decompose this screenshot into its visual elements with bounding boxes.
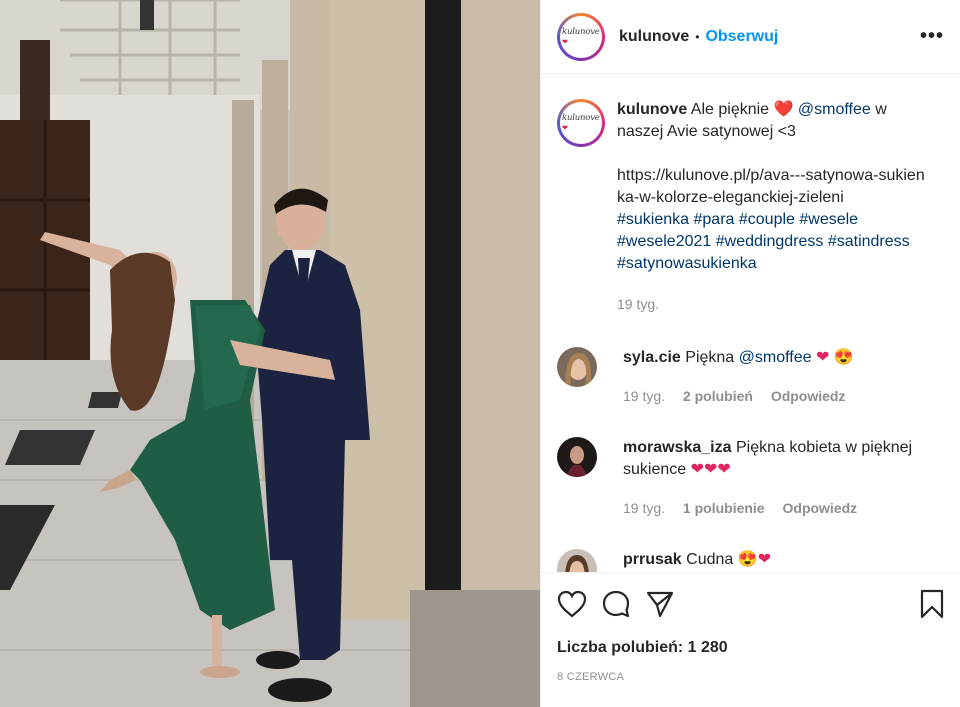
like-heart-icon[interactable] <box>557 590 587 618</box>
comment-username[interactable]: prrusak <box>623 551 682 568</box>
commenter-avatar[interactable] <box>557 437 597 477</box>
comment-time: 19 tyg. <box>623 388 666 404</box>
post-header: kulunove❤ kulunove • Obserwuj ••• <box>541 0 960 74</box>
comment-emoji: ❤❤❤ <box>690 461 731 478</box>
caption-text: Ale pięknie <box>690 101 770 118</box>
bookmark-icon[interactable] <box>919 589 945 619</box>
caption-mention[interactable]: @smoffee <box>798 101 871 118</box>
hashtag[interactable]: #wesele <box>799 211 858 228</box>
hashtag[interactable]: #weddingdress <box>716 233 824 250</box>
comment-emoji: 😍❤ <box>737 551 772 568</box>
comment-emoji: ❤ 😍 <box>815 349 854 366</box>
more-options-icon[interactable]: ••• <box>920 25 944 48</box>
post-date[interactable]: 8 CZERWCA <box>557 671 945 683</box>
comment-item: morawska_iza Piękna kobieta w pięknej su… <box>557 437 945 519</box>
hashtag[interactable]: #para <box>694 211 735 228</box>
hashtag[interactable]: #couple <box>739 211 795 228</box>
red-heart-emoji: ❤️ <box>773 101 794 118</box>
likes-count[interactable]: Liczba polubień: 1 280 <box>557 639 945 657</box>
hashtag[interactable]: #wesele2021 <box>617 233 711 250</box>
comment-time: 19 tyg. <box>623 500 666 516</box>
hashtag[interactable]: #sukienka <box>617 211 689 228</box>
post-side-panel: kulunove❤ kulunove • Obserwuj ••• kuluno… <box>540 0 960 707</box>
reply-button[interactable]: Odpowiedz <box>771 388 846 404</box>
caption-avatar[interactable]: kulunove❤ <box>557 99 605 147</box>
heart-icon: ❤ <box>562 37 568 46</box>
caption: kulunove❤ kulunove Ale pięknie ❤️ @smoff… <box>557 99 945 315</box>
comment-likes[interactable]: 2 polubień <box>683 388 753 404</box>
photo-illustration <box>0 0 540 707</box>
comments-section[interactable]: kulunove❤ kulunove Ale pięknie ❤️ @smoff… <box>541 75 960 572</box>
comment-username[interactable]: morawska_iza <box>623 439 732 456</box>
comment-username[interactable]: syla.cie <box>623 349 681 366</box>
comment-text: Piękna <box>685 349 735 366</box>
comment-text: Cudna <box>686 551 734 568</box>
brand-logo: kulunove❤ <box>562 113 600 132</box>
caption-username[interactable]: kulunove <box>617 101 687 118</box>
comment-likes[interactable]: 1 polubienie <box>683 500 765 516</box>
comment-meta: 19 tyg. 1 polubienie Odpowiedz <box>623 497 943 519</box>
caption-hashtags: #sukienka #para #couple #wesele #wesele2… <box>617 209 927 275</box>
author-avatar[interactable]: kulunove❤ <box>557 12 605 61</box>
action-icons <box>557 573 945 635</box>
brand-logo: kulunove❤ <box>562 26 600 46</box>
post-photo[interactable] <box>0 0 540 707</box>
commenter-avatar[interactable] <box>557 549 597 572</box>
caption-url: https://kulunove.pl/p/ava---satynowa-suk… <box>617 167 925 206</box>
follow-button[interactable]: Obserwuj <box>705 28 778 46</box>
reply-button[interactable]: Odpowiedz <box>783 500 858 516</box>
comment-icon[interactable] <box>601 589 631 619</box>
hashtag[interactable]: #satindress <box>828 233 910 250</box>
heart-icon: ❤ <box>562 124 568 132</box>
separator-dot: • <box>695 29 700 44</box>
comment-item: syla.cie Piękna @smoffee ❤ 😍 19 tyg. 2 p… <box>557 347 945 407</box>
author-username[interactable]: kulunove <box>619 28 689 46</box>
post-actions: Liczba polubień: 1 280 8 CZERWCA <box>541 572 960 707</box>
comment-mention[interactable]: @smoffee <box>739 349 812 366</box>
caption-time: 19 tyg. <box>617 296 660 312</box>
hashtag[interactable]: #satynowasukienka <box>617 255 757 272</box>
comment-item: prrusak Cudna 😍❤ <box>557 549 945 572</box>
comment-meta: 19 tyg. 2 polubień Odpowiedz <box>623 385 943 407</box>
commenter-avatar[interactable] <box>557 347 597 387</box>
share-icon[interactable] <box>645 590 675 618</box>
